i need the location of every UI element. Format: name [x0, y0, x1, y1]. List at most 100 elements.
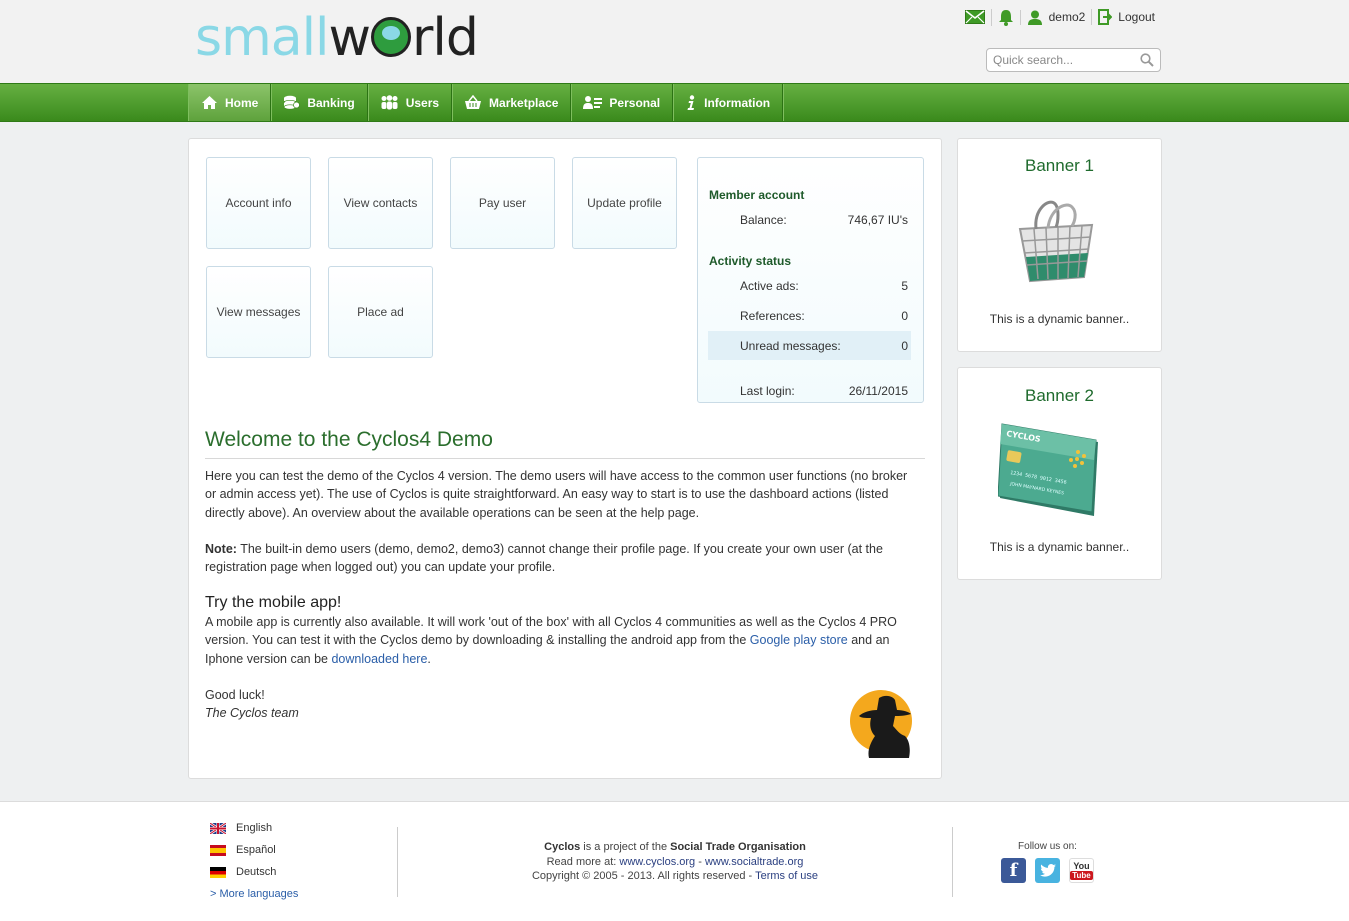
mobile-app-heading: Try the mobile app! [205, 594, 342, 611]
references-value: 0 [901, 308, 908, 323]
terms-of-use-link[interactable]: Terms of use [755, 870, 818, 882]
detective-avatar-icon [850, 690, 912, 758]
balance-row: Balance: 746,67 IU's [708, 205, 911, 234]
unread-messages-value: 0 [901, 338, 908, 353]
activity-status-heading: Activity status [709, 254, 792, 268]
link-separator: - [695, 855, 705, 868]
footer: English Español Deutsch > More languages… [0, 801, 1349, 921]
smallworld-logo[interactable]: smallw rld [195, 12, 479, 64]
lang-deutsch[interactable]: Deutsch [210, 866, 276, 878]
main-nav: Home Banking Users Marketplace Personal … [0, 83, 1349, 122]
bell-icon [998, 9, 1013, 26]
user-icon [1027, 10, 1042, 25]
youtube-icon[interactable]: You Tube [1069, 858, 1094, 883]
references-row: References: 0 [708, 301, 911, 330]
note-label: Note: [205, 542, 237, 556]
logout-link[interactable]: Logout [1091, 9, 1161, 25]
account-summary: Member account Balance: 746,67 IU's Acti… [697, 157, 924, 403]
tile-label: Place ad [357, 305, 404, 319]
google-play-link[interactable]: Google play store [750, 633, 848, 647]
tile-label: Account info [225, 196, 292, 210]
logo-world-text-1: w [328, 8, 372, 68]
nav-marketplace[interactable]: Marketplace [452, 84, 572, 121]
banner-1-title: Banner 1 [1025, 156, 1094, 175]
lang-english[interactable]: English [210, 822, 272, 834]
nav-personal[interactable]: Personal [571, 84, 674, 121]
references-label: References: [740, 308, 805, 323]
tile-account-info[interactable]: Account info [206, 157, 311, 249]
globe-icon [371, 17, 412, 57]
spain-flag-icon [210, 844, 226, 856]
last-login-label: Last login: [740, 383, 795, 398]
follow-us-label: Follow us on: [1018, 841, 1077, 852]
active-ads-label: Active ads: [740, 278, 799, 293]
tile-place-ad[interactable]: Place ad [328, 266, 433, 358]
mobile-text-3: . [427, 651, 431, 666]
logo-world-text-2: rld [412, 8, 479, 68]
welcome-title: Welcome to the Cyclos4 Demo [205, 428, 925, 459]
tile-update-profile[interactable]: Update profile [572, 157, 677, 249]
nav-banking-label: Banking [307, 95, 355, 110]
unread-messages-label: Unread messages: [740, 338, 841, 353]
lang-label: English [236, 822, 273, 834]
footer-divider [952, 827, 953, 897]
read-more-label: Read more at: [546, 855, 620, 868]
banner-1[interactable]: Banner 1 This is a dynamic banner.. [957, 138, 1162, 352]
active-ads-value: 5 [901, 278, 908, 293]
banner-1-text: This is a dynamic banner.. [989, 312, 1130, 326]
mobile-app-paragraph: A mobile app is currently also available… [205, 613, 920, 668]
banner-2-text: This is a dynamic banner.. [989, 540, 1130, 554]
banner-2[interactable]: Banner 2 CYCLOS 1234 5678 9012 3456 JOHN… [957, 367, 1162, 580]
logout-label: Logout [1118, 10, 1155, 24]
lang-label: Deutsch [236, 866, 277, 878]
nav-marketplace-label: Marketplace [489, 95, 559, 110]
credit-card-icon: CYCLOS 1234 5678 9012 3456 JOHN MAYNARD … [998, 423, 1098, 516]
info-icon [687, 94, 695, 110]
main-panel: Account info View contacts Pay user Upda… [188, 138, 942, 779]
last-login-row: Last login: 26/11/2015 [708, 376, 911, 405]
facebook-icon[interactable]: f [1001, 858, 1026, 883]
more-languages-link[interactable]: > More languages [210, 888, 298, 900]
tile-view-contacts[interactable]: View contacts [328, 157, 433, 249]
lang-espanol[interactable]: Español [210, 844, 276, 856]
user-name: demo2 [1048, 10, 1086, 24]
coins-icon [283, 95, 301, 110]
banner-2-title: Banner 2 [1025, 386, 1094, 405]
notifications-link[interactable] [990, 8, 1020, 26]
tile-label: Update profile [587, 196, 662, 210]
active-ads-row: Active ads: 5 [708, 271, 911, 300]
nav-home-label: Home [225, 95, 259, 110]
iphone-download-link[interactable]: downloaded here [331, 652, 427, 666]
nav-users[interactable]: Users [368, 84, 453, 121]
balance-label: Balance: [740, 212, 787, 227]
basket-icon [465, 95, 482, 109]
user-link[interactable]: demo2 [1019, 9, 1092, 25]
tile-label: View contacts [343, 196, 418, 210]
tile-view-messages[interactable]: View messages [206, 266, 311, 358]
logout-icon [1098, 9, 1113, 25]
cyclos-name: Cyclos [544, 841, 581, 853]
quick-search [986, 48, 1161, 72]
nav-banking[interactable]: Banking [271, 84, 368, 121]
twitter-icon[interactable] [1035, 858, 1060, 883]
home-icon [202, 96, 217, 109]
nav-personal-label: Personal [609, 95, 661, 110]
envelope-icon [964, 10, 985, 24]
member-account-heading: Member account [709, 188, 805, 202]
youtube-you-text: You [1073, 861, 1090, 871]
nav-information-label: Information [704, 95, 771, 110]
sto-name: Social Trade Organisation [670, 841, 806, 853]
search-icon[interactable] [1140, 53, 1154, 67]
socialtrade-site-link[interactable]: www.socialtrade.org [705, 856, 803, 868]
nav-home[interactable]: Home [189, 84, 272, 121]
users-icon [381, 95, 398, 110]
cyclos-site-link[interactable]: www.cyclos.org [619, 856, 695, 868]
note-paragraph: Note: The built-in demo users (demo, dem… [205, 540, 920, 577]
youtube-tube-text: Tube [1070, 871, 1093, 880]
messages-link[interactable] [959, 10, 991, 24]
tile-pay-user[interactable]: Pay user [450, 157, 555, 249]
nav-information[interactable]: Information [673, 84, 784, 121]
search-input[interactable] [987, 49, 1132, 71]
tile-label: Pay user [478, 196, 527, 210]
tile-label: View messages [216, 305, 301, 319]
